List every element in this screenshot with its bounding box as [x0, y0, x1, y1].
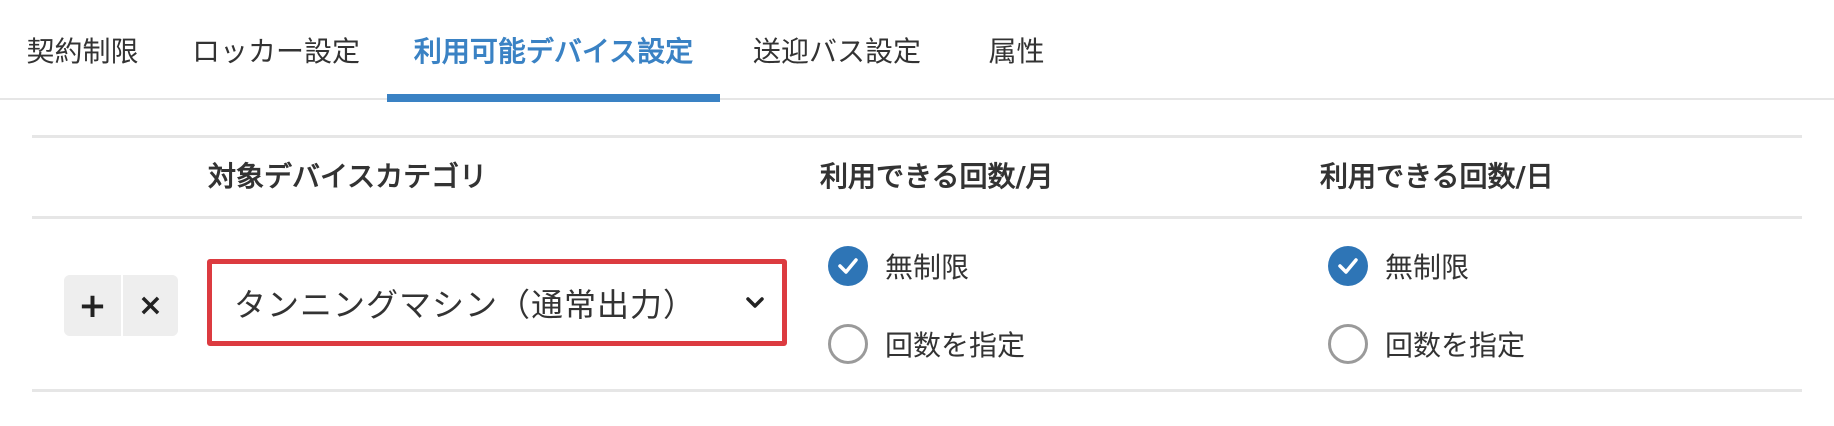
- row-action-group: + ×: [64, 275, 178, 336]
- tab-available-device-settings[interactable]: 利用可能デバイス設定: [387, 0, 720, 102]
- checkmark-icon: [1328, 246, 1368, 286]
- chevron-down-icon: [744, 292, 766, 314]
- checkmark-icon: [828, 246, 868, 286]
- per-month-unlimited-radio[interactable]: 無制限: [828, 244, 969, 288]
- remove-row-button[interactable]: ×: [121, 275, 178, 336]
- column-header-uses-per-day: 利用できる回数/日: [1320, 160, 1554, 193]
- device-category-select[interactable]: タンニングマシン（通常出力）: [207, 259, 787, 346]
- per-month-specify-count-label: 回数を指定: [885, 329, 1026, 362]
- tab-attributes[interactable]: 属性: [954, 0, 1079, 100]
- tab-locker-settings[interactable]: ロッカー設定: [165, 0, 387, 100]
- per-month-unlimited-label: 無制限: [885, 251, 970, 284]
- column-header-device-category: 対象デバイスカテゴリ: [208, 160, 488, 193]
- column-header-uses-per-month: 利用できる回数/月: [820, 160, 1054, 193]
- per-day-unlimited-label: 無制限: [1385, 251, 1470, 284]
- settings-tab-bar: 契約制限 ロッカー設定 利用可能デバイス設定 送迎バス設定 属性: [0, 0, 1834, 102]
- tab-shuttle-bus-settings[interactable]: 送迎バス設定: [720, 0, 954, 100]
- table-bottom-divider: [32, 389, 1802, 392]
- per-day-unlimited-radio[interactable]: 無制限: [1328, 244, 1469, 288]
- tab-contract-limits[interactable]: 契約制限: [0, 0, 165, 100]
- table-top-divider: [32, 135, 1802, 138]
- close-icon: ×: [137, 288, 164, 323]
- radio-empty-icon: [1328, 324, 1368, 364]
- per-day-specify-count-label: 回数を指定: [1385, 329, 1526, 362]
- device-category-select-value: タンニングマシン（通常出力）: [234, 285, 697, 324]
- add-row-button[interactable]: +: [64, 275, 121, 336]
- radio-empty-icon: [828, 324, 868, 364]
- per-day-specify-count-radio[interactable]: 回数を指定: [1328, 322, 1525, 366]
- per-month-specify-count-radio[interactable]: 回数を指定: [828, 322, 1025, 366]
- plus-icon: +: [78, 285, 107, 326]
- table-header-divider: [32, 216, 1802, 219]
